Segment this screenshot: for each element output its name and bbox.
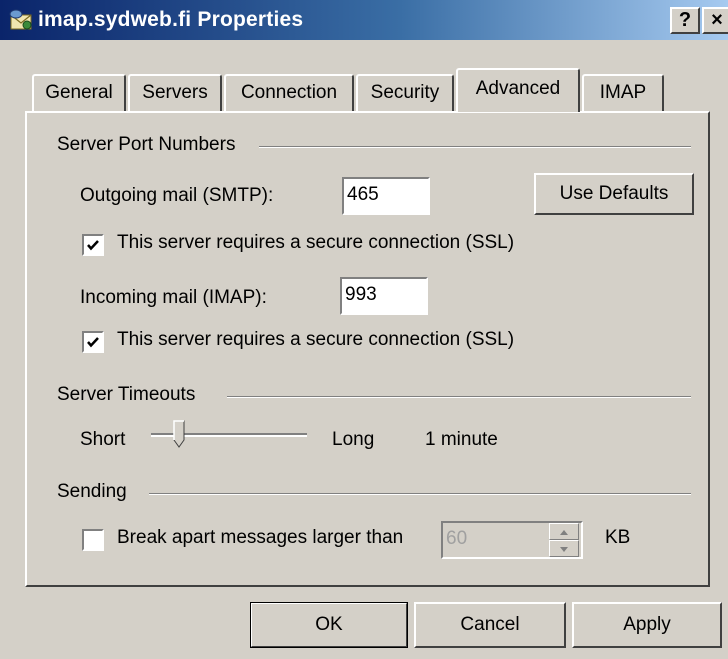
timeout-value-label: 1 minute	[425, 429, 498, 450]
tab-security[interactable]: Security	[356, 74, 454, 112]
arrow-up-icon	[560, 530, 568, 535]
tab-connection[interactable]: Connection	[224, 74, 354, 112]
group-divider	[259, 146, 691, 148]
short-label: Short	[80, 429, 126, 450]
break-apart-label: Break apart messages larger than	[117, 527, 404, 548]
advanced-panel: Server Port Numbers Outgoing mail (SMTP)…	[25, 111, 710, 587]
tab-advanced[interactable]: Advanced	[456, 68, 580, 112]
incoming-mail-label: Incoming mail (IMAP):	[80, 287, 267, 308]
message-size-spinner[interactable]	[549, 523, 579, 557]
tab-imap[interactable]: IMAP	[582, 74, 664, 112]
long-label: Long	[332, 429, 375, 450]
break-apart-checkbox[interactable]	[82, 529, 104, 551]
kb-unit-label: KB	[605, 527, 631, 548]
title-bar[interactable]: imap.sydweb.fi Properties ? ×	[0, 0, 728, 40]
ok-button[interactable]: OK	[250, 602, 408, 648]
outgoing-mail-label: Outgoing mail (SMTP):	[80, 185, 274, 206]
cancel-button[interactable]: Cancel	[414, 602, 566, 648]
incoming-ssl-label: This server requires a secure connection…	[117, 329, 515, 350]
spin-down-button[interactable]	[549, 540, 579, 557]
sending-group-title: Sending	[57, 481, 131, 503]
group-divider	[149, 493, 691, 495]
tab-servers[interactable]: Servers	[128, 74, 222, 112]
tab-general[interactable]: General	[32, 74, 126, 112]
incoming-ssl-checkbox[interactable]	[82, 331, 104, 353]
spin-up-button[interactable]	[549, 523, 579, 540]
apply-button[interactable]: Apply	[572, 602, 722, 648]
timeout-slider-thumb[interactable]	[172, 420, 185, 454]
mail-account-icon	[8, 8, 34, 32]
use-defaults-button[interactable]: Use Defaults	[534, 173, 694, 215]
checkmark-icon	[87, 240, 99, 251]
group-divider	[227, 396, 691, 398]
incoming-port-input[interactable]: 993	[340, 277, 428, 315]
checkmark-icon	[87, 337, 99, 348]
server-ports-group-title: Server Port Numbers	[57, 134, 240, 156]
arrow-down-icon	[560, 547, 568, 552]
outgoing-port-input[interactable]: 465	[342, 177, 430, 215]
close-button[interactable]: ×	[702, 7, 728, 34]
outgoing-ssl-label: This server requires a secure connection…	[117, 232, 515, 253]
outgoing-ssl-checkbox[interactable]	[82, 234, 104, 256]
help-button[interactable]: ?	[670, 7, 700, 34]
server-timeouts-group-title: Server Timeouts	[57, 384, 200, 406]
window-title: imap.sydweb.fi Properties	[38, 8, 304, 31]
